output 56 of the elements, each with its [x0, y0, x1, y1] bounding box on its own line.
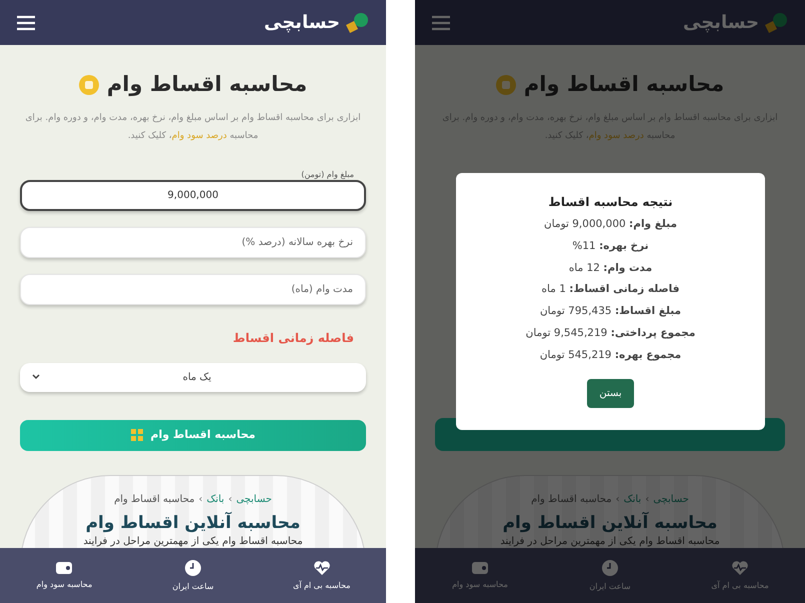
nav-item[interactable]: ساعت ایران: [545, 558, 675, 592]
heart-pulse-icon: [312, 560, 331, 576]
section-text: محاسبه اقساط وام یکی از مهمترین مراحل در فرایند: [83, 534, 303, 548]
close-button[interactable]: بستن: [587, 379, 634, 408]
clock-icon: [184, 558, 202, 576]
breadcrumb-current: محاسبه اقساط وام: [114, 492, 195, 506]
logo-text: حسابچی: [683, 11, 759, 35]
wallet-icon: [55, 560, 74, 574]
result-line: مبلغ وام: 9,000,000 تومان: [544, 217, 677, 232]
field-label: مبلغ وام (تومن): [300, 168, 355, 180]
loan-interest-link[interactable]: درصد سود وام: [172, 130, 227, 140]
nav-item[interactable]: محاسبه سود وام: [415, 560, 545, 590]
result-line: مجموع بهره: 545,219 تومان: [540, 348, 682, 363]
logo[interactable]: حسابچی: [683, 9, 789, 36]
clock-icon: [601, 558, 619, 576]
description-text: ابزاری برای محاسبه اقساط وام بر اساس مبلغ وام، نرخ بهره، مدت وام، و دوره وام. برای محاسبه درصد سود وام، کلیک کنید.: [24, 112, 362, 142]
result-line: مدت وام: 12 ماه: [568, 260, 652, 276]
result-line: مجموع پرداختی: 9,545,219 تومان: [526, 326, 696, 341]
nav-item[interactable]: محاسبه سود وام: [0, 560, 129, 590]
logo[interactable]: حسابچی: [264, 9, 370, 36]
interval-dropdown[interactable]: یک ماه: [20, 362, 366, 392]
nav-item[interactable]: ساعت ایران: [128, 558, 258, 592]
result-line: فاصله زمانی اقساط: 1 ماه: [542, 282, 680, 298]
breadcrumb-link[interactable]: بانک: [206, 492, 224, 506]
interval-label: فاصله زمانی اقساط: [232, 330, 355, 346]
breadcrumb-separator: ›: [198, 492, 203, 506]
input-field[interactable]: مدت وام (ماه): [20, 274, 366, 304]
coin-icon: [78, 74, 99, 95]
breadcrumb-separator: ›: [616, 492, 620, 506]
logo-icon: [344, 10, 370, 34]
input-field[interactable]: 9,000,000: [20, 180, 366, 210]
result-line: مبلغ اقساط: 795,435 تومان: [540, 304, 682, 319]
calculator-icon: [130, 429, 143, 442]
breadcrumb-link[interactable]: بانک: [624, 492, 642, 506]
section-text: محاسبه اقساط وام یکی از مهمترین مراحل در فرایند: [500, 534, 720, 548]
heart-pulse-icon: [731, 560, 749, 576]
dialog-title: نتیجه محاسبه اقساط: [548, 194, 673, 211]
breadcrumb-link[interactable]: حسابچی: [653, 492, 689, 506]
section-heading: محاسبه آنلاین اقساط وام: [86, 511, 300, 534]
input-field[interactable]: نرخ بهره سالانه (درصد %): [20, 226, 366, 258]
nav-item[interactable]: محاسبه بی ام آی: [257, 560, 386, 592]
page-title: محاسبه اقساط وام: [524, 71, 724, 98]
logo-icon: [763, 10, 789, 34]
chevron-down-icon: [32, 374, 40, 380]
calculate-button[interactable]: محاسبه اقساط وام: [20, 420, 366, 450]
menu-icon[interactable]: [16, 14, 36, 30]
nav-item[interactable]: محاسبه بی ام آی: [675, 560, 805, 592]
logo-text: حسابچی: [264, 11, 340, 35]
breadcrumb-separator: ›: [645, 492, 650, 506]
section-heading: محاسبه آنلاین اقساط وام: [502, 511, 718, 534]
breadcrumb-current: محاسبه اقساط وام: [531, 492, 612, 506]
page-title: محاسبه اقساط وام: [106, 71, 308, 98]
wallet-icon: [471, 560, 489, 574]
breadcrumb-separator: ›: [228, 492, 232, 506]
coin-icon: [496, 74, 516, 95]
breadcrumb-link[interactable]: حسابچی: [236, 492, 272, 506]
